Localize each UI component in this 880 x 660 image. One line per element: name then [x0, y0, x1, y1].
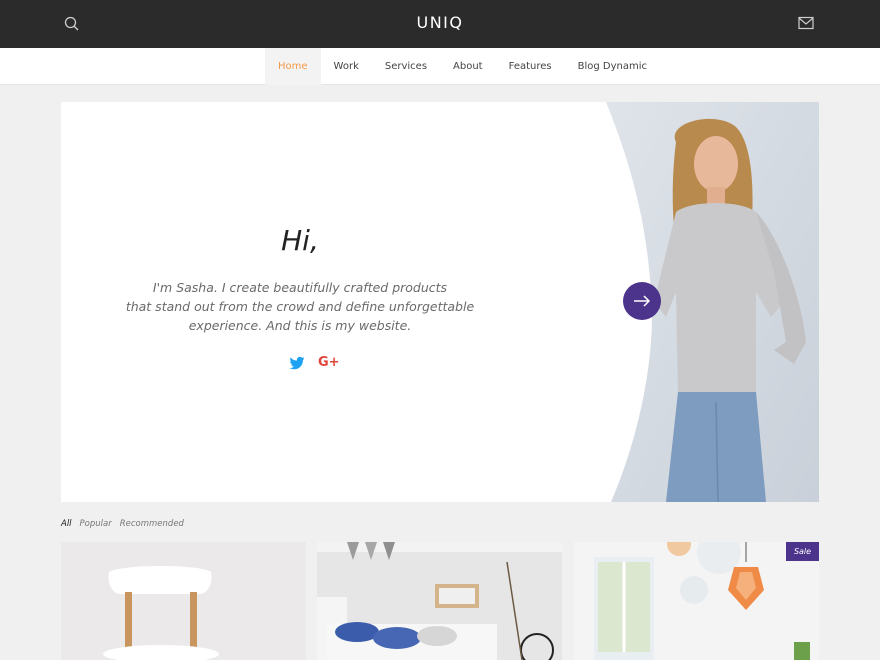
- nav-item-features[interactable]: Features: [496, 48, 565, 85]
- hero-section: Hi, I'm Sasha. I create beautifully craf…: [61, 102, 819, 502]
- site-logo[interactable]: UNIQ: [0, 13, 880, 32]
- arrow-right-icon: [634, 295, 651, 307]
- nav-item-work[interactable]: Work: [321, 48, 372, 85]
- nav-item-about[interactable]: About: [440, 48, 496, 85]
- nav-item-blog-dynamic[interactable]: Blog Dynamic: [565, 48, 660, 85]
- filter-all[interactable]: All: [61, 519, 72, 529]
- lamps-image: [574, 542, 819, 660]
- product-card-lamps[interactable]: Sale: [574, 542, 819, 660]
- twitter-icon[interactable]: [288, 354, 306, 372]
- googleplus-icon[interactable]: G+: [318, 354, 340, 372]
- sale-badge: Sale: [786, 542, 819, 561]
- filter-popular[interactable]: Popular: [80, 519, 112, 529]
- next-slide-button[interactable]: [623, 282, 661, 320]
- hero-intro-line: I'm Sasha. I create beautifully crafted …: [152, 280, 448, 295]
- nav-item-home[interactable]: Home: [265, 48, 321, 85]
- chair-image: [61, 542, 306, 660]
- main-nav: Home Work Services About Features Blog D…: [0, 48, 880, 85]
- social-links: G+: [288, 354, 340, 372]
- mail-icon[interactable]: [798, 16, 814, 30]
- hero-intro: I'm Sasha. I create beautifully crafted …: [61, 278, 539, 335]
- nav-menu: Home Work Services About Features Blog D…: [265, 48, 660, 85]
- product-card-chair[interactable]: [61, 542, 306, 660]
- filter-recommended[interactable]: Recommended: [120, 519, 184, 529]
- product-card-bedroom[interactable]: [317, 542, 562, 660]
- hero-intro-line: experience. And this is my website.: [188, 318, 412, 333]
- bedroom-image: [317, 542, 562, 660]
- top-header: UNIQ: [0, 0, 880, 48]
- portfolio-filters: All Popular Recommended: [61, 519, 184, 529]
- nav-item-services[interactable]: Services: [372, 48, 440, 85]
- hero-intro-line: that stand out from the crowd and define…: [125, 299, 475, 314]
- hero-greeting: Hi,: [281, 224, 319, 257]
